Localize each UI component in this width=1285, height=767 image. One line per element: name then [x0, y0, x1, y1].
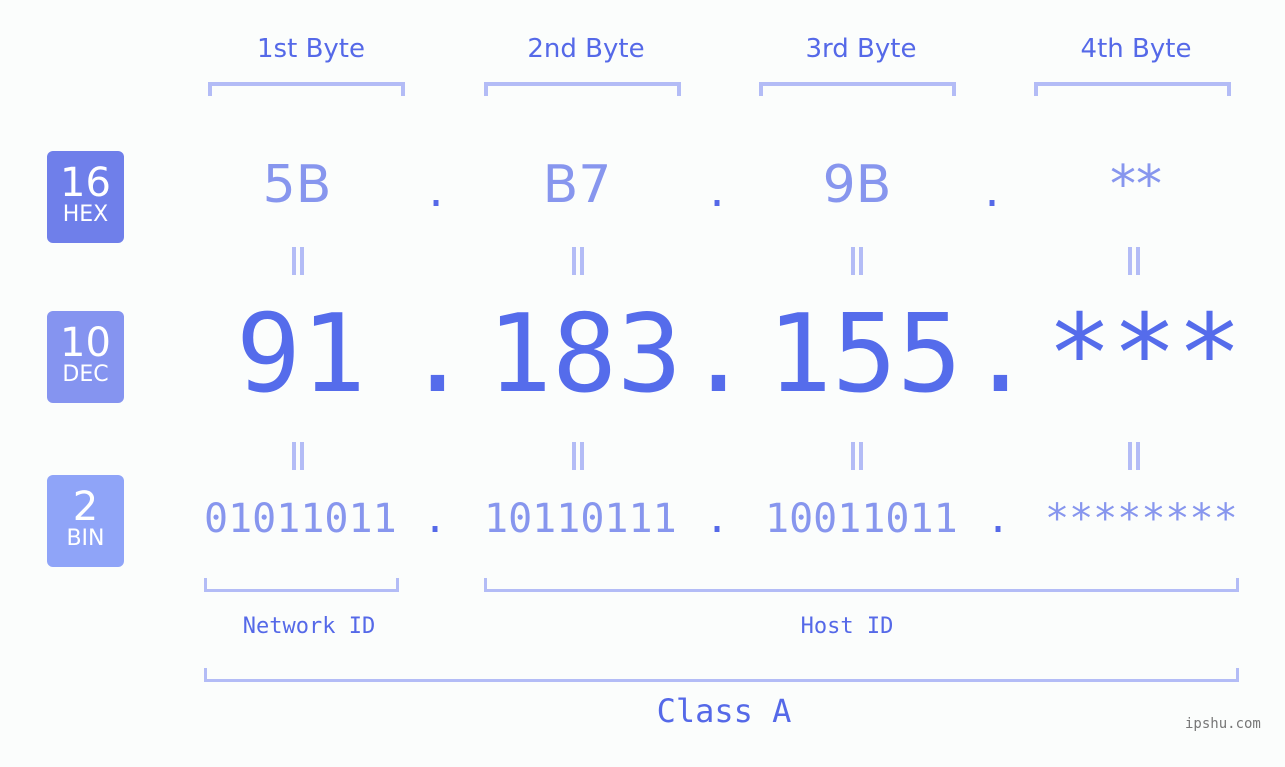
equals-icon: [1128, 442, 1140, 470]
bin-dot-2: .: [705, 496, 730, 542]
dec-dot-1: .: [405, 292, 471, 417]
watermark: ipshu.com: [1185, 716, 1261, 732]
bin-dot-3: .: [986, 496, 1011, 542]
bin-dot-1: .: [423, 496, 448, 542]
byte-bracket-2: [484, 82, 681, 96]
network-id-label: Network ID: [242, 614, 376, 639]
byte-bracket-3: [759, 82, 956, 96]
dec-byte-4: ***: [1047, 292, 1243, 417]
equals-icon: [572, 247, 584, 275]
dec-byte-3: 155: [767, 292, 963, 417]
bin-badge: 2 BIN: [47, 475, 124, 567]
dec-label: DEC: [62, 362, 109, 387]
equals-icon: [572, 442, 584, 470]
byte-bracket-4: [1034, 82, 1231, 96]
hex-label: HEX: [62, 202, 109, 227]
dec-dot-3: .: [968, 292, 1034, 417]
equals-icon: [851, 442, 863, 470]
class-label: Class A: [656, 692, 792, 730]
hex-byte-2: B7: [542, 155, 612, 215]
equals-icon: [292, 442, 304, 470]
dec-dot-2: .: [686, 292, 752, 417]
byte-header-2: 2nd Byte: [527, 34, 645, 64]
dec-byte-1: 91: [236, 292, 367, 417]
class-bracket: [204, 668, 1239, 682]
host-id-bracket: [484, 578, 1239, 592]
bin-byte-2: 10110111: [484, 496, 677, 542]
equals-icon: [1128, 247, 1140, 275]
dec-byte-2: 183: [487, 292, 683, 417]
hex-badge: 16 HEX: [47, 151, 124, 243]
network-id-bracket: [204, 578, 399, 592]
bin-byte-3: 10011011: [765, 496, 958, 542]
dec-base: 10: [60, 320, 111, 366]
bin-byte-1: 01011011: [204, 496, 397, 542]
hex-dot-3: .: [980, 170, 1005, 216]
host-id-label: Host ID: [800, 614, 894, 639]
hex-byte-3: 9B: [822, 155, 892, 215]
hex-dot-2: .: [705, 170, 730, 216]
hex-byte-1: 5B: [262, 155, 332, 215]
byte-header-4: 4th Byte: [1080, 34, 1192, 64]
hex-base: 16: [60, 160, 111, 206]
equals-icon: [851, 247, 863, 275]
bin-label: BIN: [66, 526, 105, 551]
byte-header-3: 3rd Byte: [805, 34, 917, 64]
equals-icon: [292, 247, 304, 275]
hex-dot-1: .: [424, 170, 449, 216]
byte-header-1: 1st Byte: [257, 34, 365, 64]
bin-base: 2: [72, 484, 99, 530]
dec-badge: 10 DEC: [47, 311, 124, 403]
bin-byte-4: ********: [1045, 496, 1238, 542]
byte-bracket-1: [208, 82, 405, 96]
hex-byte-4: **: [1110, 155, 1162, 215]
